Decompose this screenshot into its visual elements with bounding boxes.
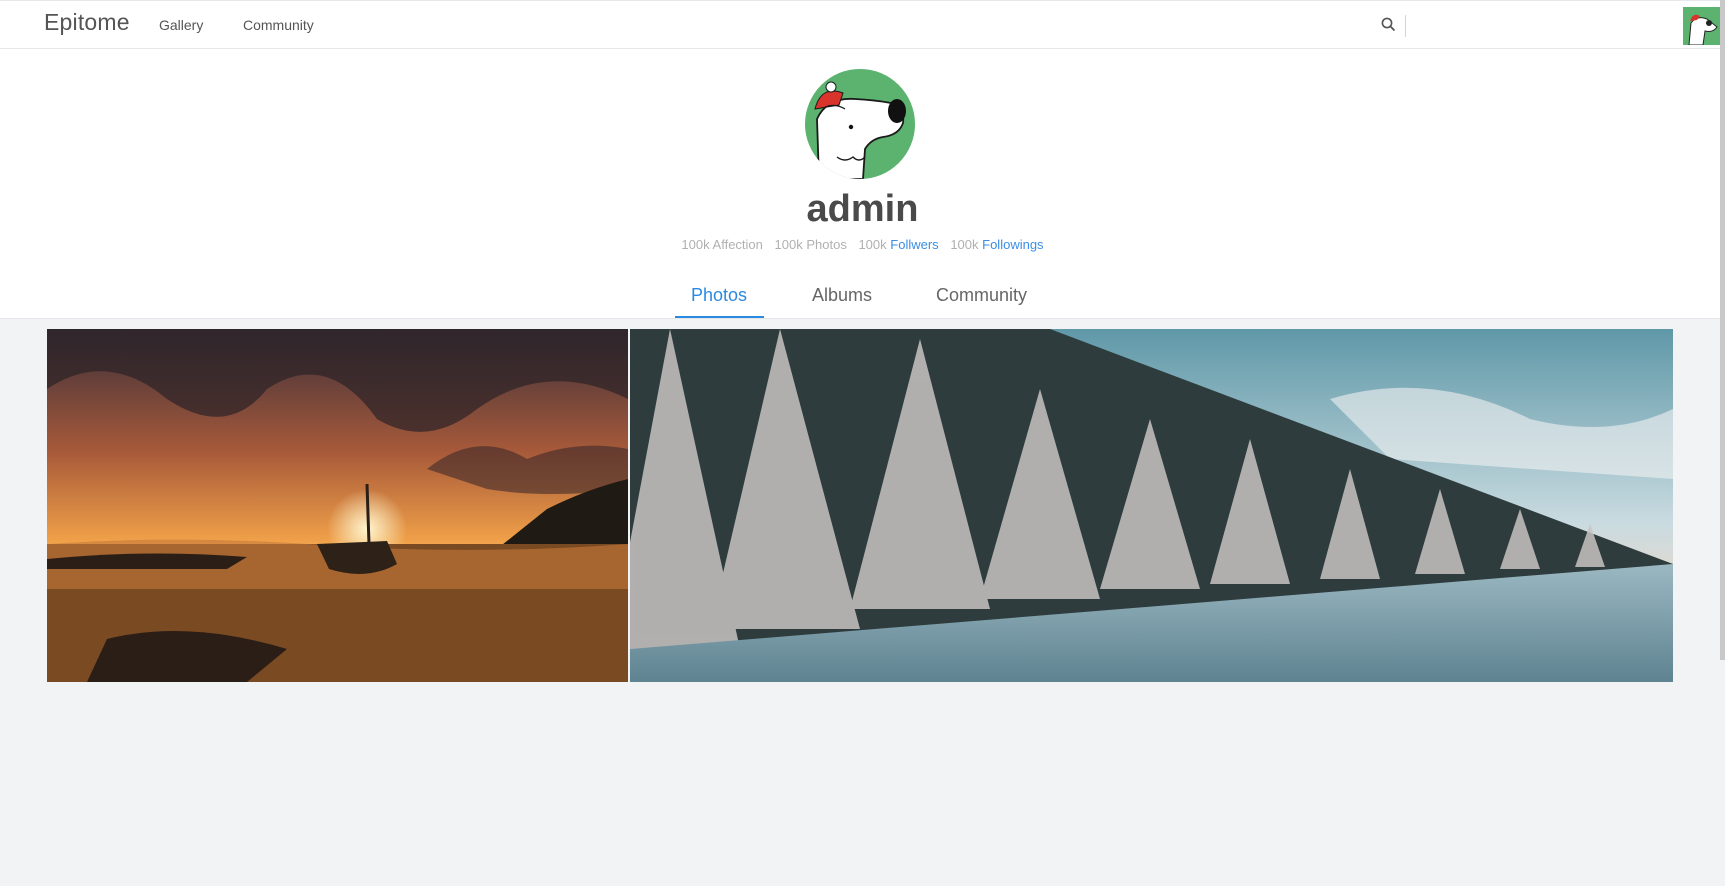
- stat-followers: 100k Follwers: [858, 237, 939, 252]
- active-tab-indicator: [675, 316, 764, 318]
- tab-albums[interactable]: Albums: [812, 285, 872, 306]
- profile-avatar[interactable]: [805, 69, 915, 179]
- profile-header: admin 100k Affection 100k Photos 100k Fo…: [0, 49, 1725, 319]
- app-logo[interactable]: Epitome: [44, 9, 130, 36]
- photo-snowy-forest[interactable]: [630, 329, 1673, 682]
- stat-followings: 100k Followings: [950, 237, 1044, 252]
- stat-photos: 100k Photos: [774, 237, 847, 252]
- tab-community[interactable]: Community: [936, 285, 1027, 306]
- tab-photos[interactable]: Photos: [691, 285, 747, 306]
- nav-community[interactable]: Community: [243, 17, 314, 33]
- followers-link[interactable]: Follwers: [890, 237, 938, 252]
- search-input[interactable]: [1405, 15, 1610, 37]
- followings-link[interactable]: Followings: [982, 237, 1043, 252]
- photo-sunset-boat[interactable]: [47, 329, 628, 682]
- stat-affection: 100k Affection: [681, 237, 763, 252]
- scrollbar[interactable]: [1720, 0, 1725, 660]
- profile-stats: 100k Affection 100k Photos 100k Follwers…: [0, 237, 1725, 252]
- top-navbar: Epitome Gallery Community: [0, 0, 1725, 49]
- nav-gallery[interactable]: Gallery: [159, 17, 203, 33]
- user-avatar-menu[interactable]: [1683, 7, 1721, 45]
- profile-username: admin: [806, 188, 919, 230]
- search-icon[interactable]: [1380, 16, 1398, 34]
